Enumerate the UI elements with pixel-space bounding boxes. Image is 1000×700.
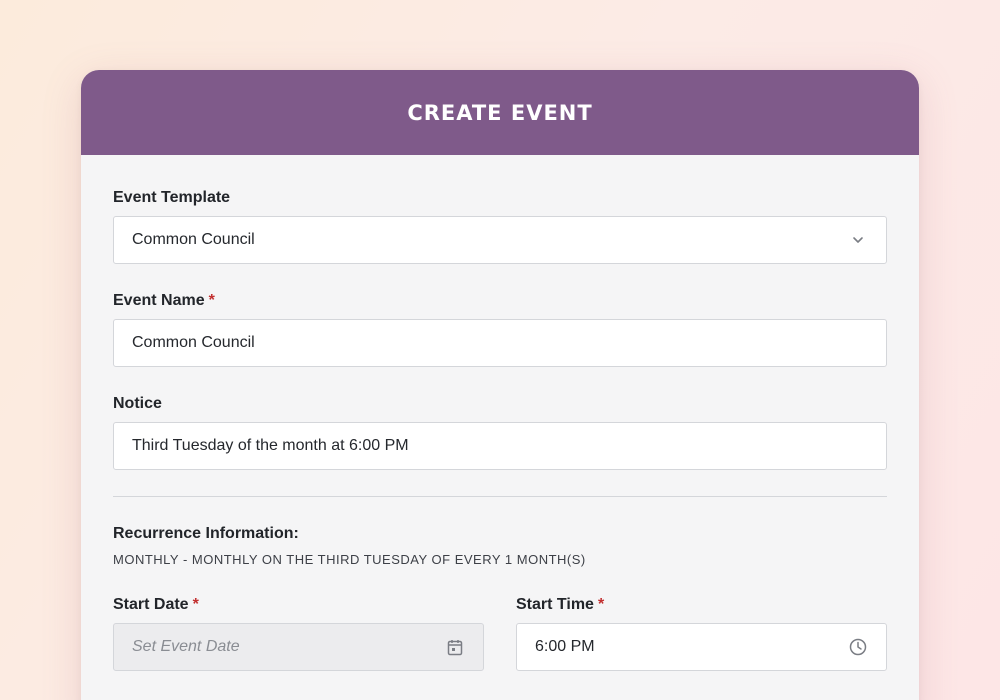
event-name-value: Common Council (132, 334, 255, 351)
notice-field[interactable]: Third Tuesday of the month at 6:00 PM (113, 422, 887, 470)
start-date-field[interactable]: Set Event Date (113, 623, 484, 671)
required-mark: * (597, 596, 605, 613)
recurrence-label-text: Recurrence Information: (113, 525, 299, 542)
clock-icon[interactable] (848, 637, 868, 657)
event-name-label: Event Name * (113, 292, 215, 310)
chevron-down-icon (848, 230, 868, 250)
start-date-label: Start Date * (113, 596, 199, 614)
page-title: CREATE EVENT (407, 100, 593, 125)
notice-value: Third Tuesday of the month at 6:00 PM (132, 437, 409, 454)
start-date-placeholder: Set Event Date (132, 638, 240, 655)
start-date-label-text: Start Date (113, 596, 189, 613)
recurrence-description: MONTHLY - MONTHLY ON THE THIRD TUESDAY O… (113, 552, 586, 567)
section-divider (113, 496, 887, 497)
start-time-field[interactable]: 6:00 PM (516, 623, 887, 671)
notice-label-text: Notice (113, 395, 162, 412)
event-template-label: Event Template (113, 189, 230, 207)
required-mark: * (192, 596, 199, 613)
start-time-label: Start Time * (516, 596, 604, 614)
required-mark: * (208, 292, 215, 309)
event-name-field[interactable]: Common Council (113, 319, 887, 367)
start-time-value: 6:00 PM (535, 638, 595, 655)
create-event-card: CREATE EVENT Event Template Common Counc… (81, 70, 919, 700)
card-header: CREATE EVENT (81, 70, 919, 155)
start-time-label-text: Start Time (516, 596, 594, 613)
event-template-value: Common Council (132, 231, 255, 248)
notice-label: Notice (113, 395, 162, 413)
event-template-label-text: Event Template (113, 189, 231, 206)
event-template-select[interactable]: Common Council (113, 216, 887, 264)
event-name-label-text: Event Name (113, 292, 205, 309)
calendar-icon[interactable] (445, 637, 465, 657)
recurrence-label: Recurrence Information: (113, 525, 299, 543)
